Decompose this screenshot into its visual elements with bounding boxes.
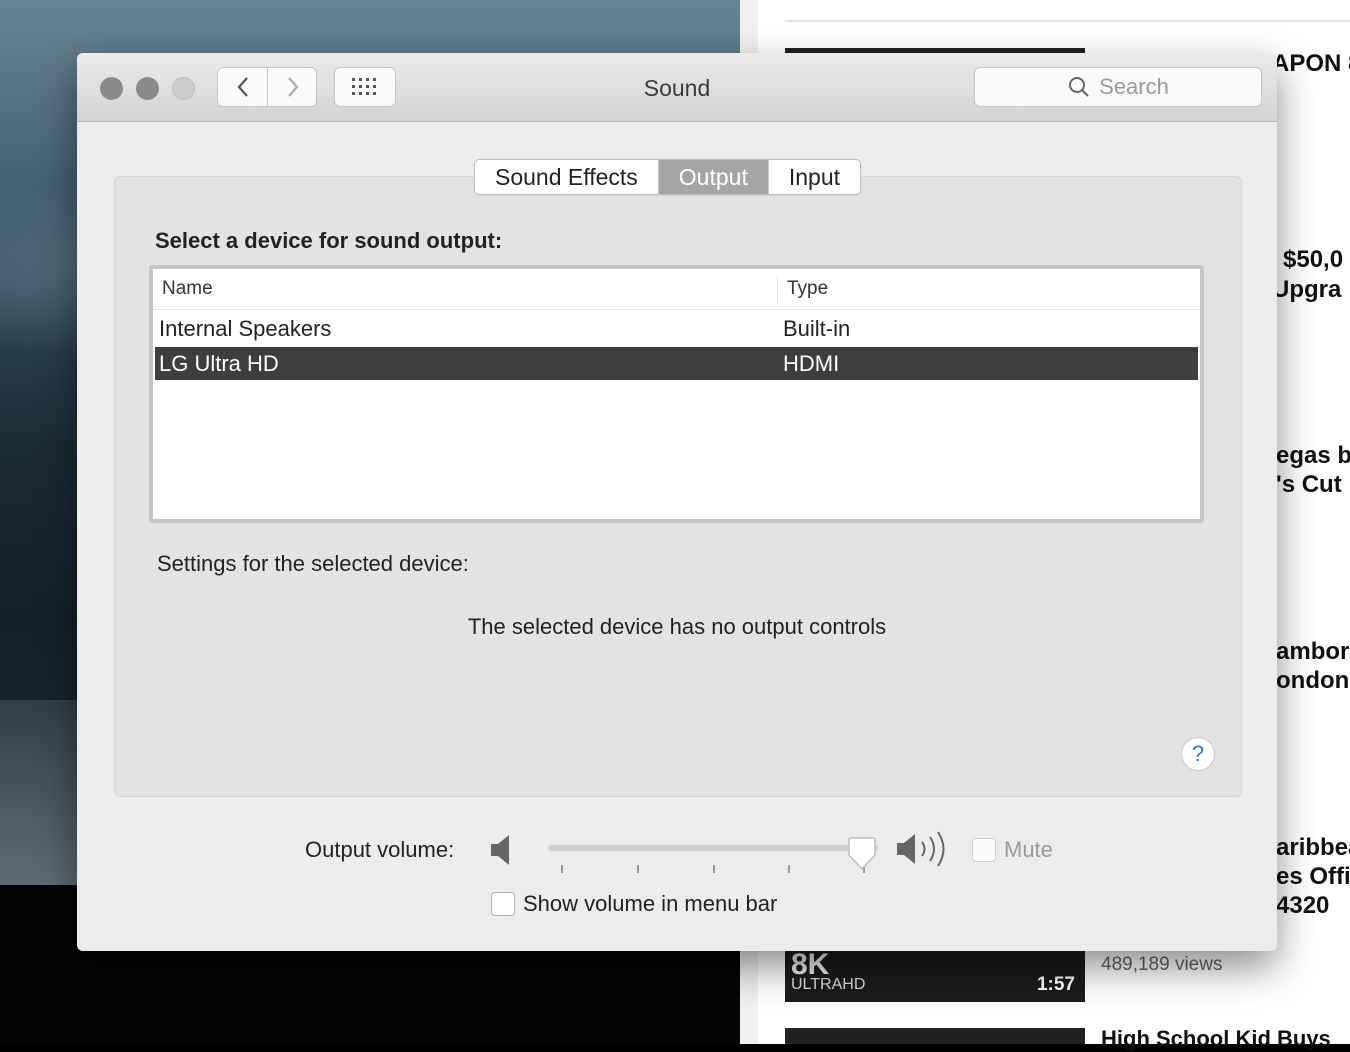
output-volume-label: Output volume: <box>305 837 455 862</box>
slider-tick <box>561 865 563 873</box>
device-type: HDMI <box>783 351 840 376</box>
table-row-selected[interactable]: LG Ultra HD HDMI <box>155 347 1198 380</box>
title-bar[interactable]: Sound Search <box>77 53 1277 122</box>
table-header: Name Type <box>153 269 1200 310</box>
video-title-fragment[interactable]: ambor <box>1276 638 1349 666</box>
speaker-high-icon <box>897 831 945 867</box>
column-header-name[interactable]: Name <box>162 269 213 309</box>
device-name: LG Ultra HD <box>159 351 279 376</box>
device-type: Built-in <box>783 316 851 341</box>
video-views: 489,189 views <box>1101 954 1223 975</box>
video-title-fragment[interactable]: $50,0 <box>1283 246 1343 274</box>
mute-checkbox[interactable] <box>972 838 996 862</box>
volume-slider-fill <box>548 845 862 851</box>
show-volume-checkbox[interactable] <box>491 892 515 916</box>
video-title-fragment[interactable]: egas b <box>1276 442 1350 470</box>
column-divider <box>777 277 778 303</box>
slider-tick <box>788 865 790 873</box>
slider-tick <box>713 865 715 873</box>
tab-sound-effects[interactable]: Sound Effects <box>475 160 659 194</box>
help-button[interactable]: ? <box>1181 737 1215 771</box>
video-title-fragment[interactable]: es Offi <box>1276 863 1350 891</box>
column-header-type[interactable]: Type <box>787 269 828 309</box>
youtube-divider <box>785 20 1350 22</box>
thumbnail-logo-sub: ULTRAHD <box>791 976 866 993</box>
tab-input[interactable]: Input <box>769 160 860 194</box>
table-row[interactable]: Internal Speakers Built-in <box>155 312 1198 345</box>
video-title-fragment[interactable]: APON 8 <box>1272 50 1350 78</box>
video-duration: 1:57 <box>1036 974 1075 995</box>
no-controls-message: The selected device has no output contro… <box>467 614 887 639</box>
volume-slider[interactable] <box>548 845 878 851</box>
tab-output[interactable]: Output <box>658 160 769 194</box>
search-field[interactable]: Search <box>974 67 1262 107</box>
volume-slider-knob[interactable] <box>847 837 877 871</box>
device-name: Internal Speakers <box>159 316 332 341</box>
video-title-fragment[interactable]: ondon <box>1276 667 1349 695</box>
show-volume-label[interactable]: Show volume in menu bar <box>523 891 777 917</box>
search-placeholder: Search <box>1099 74 1169 99</box>
video-thumbnail[interactable] <box>785 1028 1085 1044</box>
video-title-fragment[interactable]: 's Cut <box>1276 471 1342 499</box>
video-title-fragment[interactable]: 4320 <box>1276 892 1329 920</box>
output-device-table[interactable]: Name Type Internal Speakers Built-in LG … <box>149 265 1204 523</box>
search-icon <box>1067 75 1091 99</box>
tab-bar: Sound Effects Output Input <box>474 159 861 195</box>
video-thumbnail[interactable]: 8K ULTRAHD 1:57 <box>785 950 1085 1002</box>
settings-label: Settings for the selected device: <box>157 551 469 576</box>
video-title[interactable]: High School Kid Buys <box>1101 1026 1331 1052</box>
mute-label[interactable]: Mute <box>1004 837 1053 863</box>
slider-tick <box>637 865 639 873</box>
sound-preferences-window: Sound Search Sound Effects Output Input … <box>77 53 1277 951</box>
video-title-fragment[interactable]: aribbea <box>1276 834 1350 862</box>
speaker-low-icon <box>491 835 509 865</box>
video-title-fragment[interactable]: Upgra <box>1272 276 1341 304</box>
device-list-heading: Select a device for sound output: <box>155 228 503 253</box>
